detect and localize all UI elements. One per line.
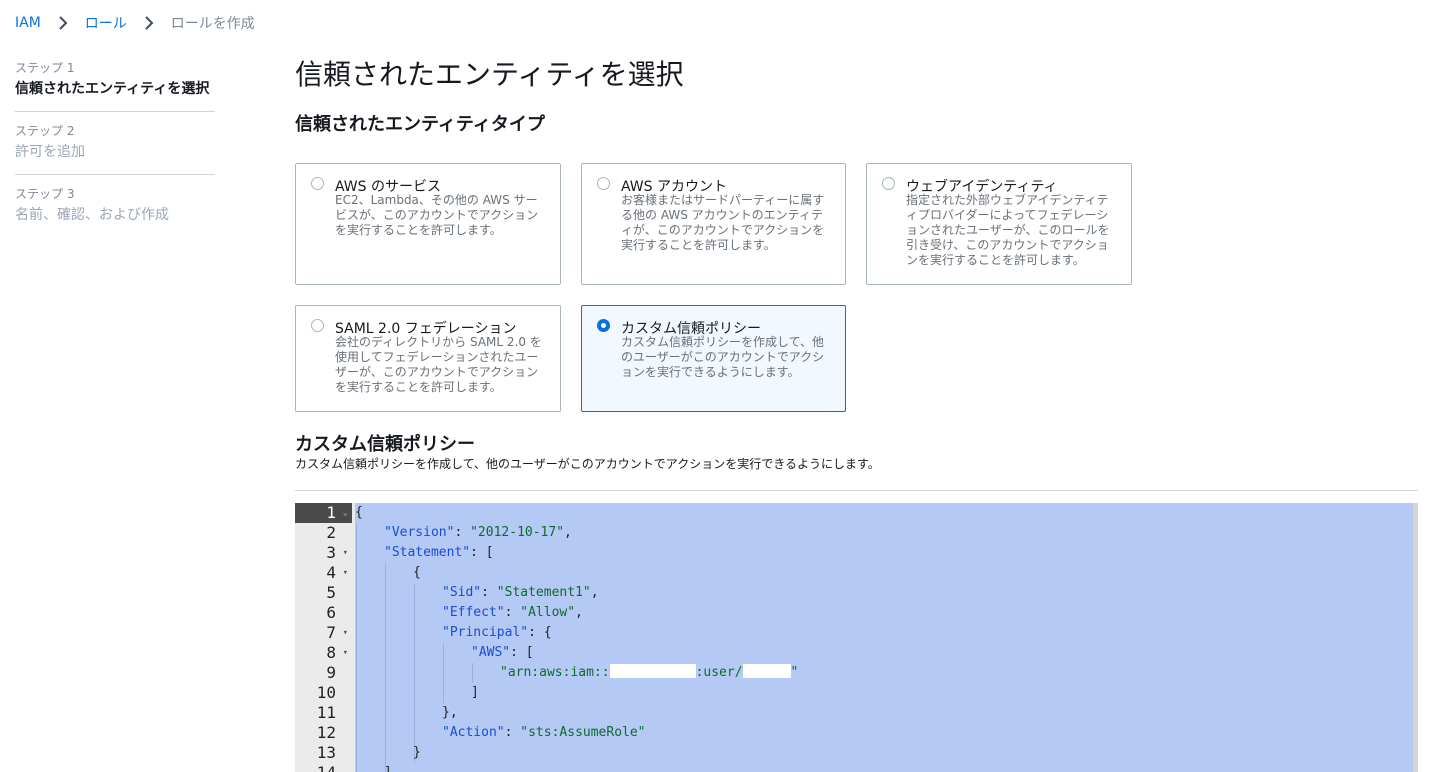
gutter-line: 6 <box>295 603 352 623</box>
line-number: 7 <box>326 623 336 642</box>
code-line: ] <box>384 763 392 772</box>
fold-caret-icon[interactable]: ▾ <box>343 623 348 643</box>
gutter-line: 12 <box>295 723 352 743</box>
gutter-line: 2 <box>295 523 352 543</box>
code-line: ] <box>471 685 479 700</box>
indent-guide <box>472 663 473 683</box>
tile-saml-federation[interactable]: SAML 2.0 フェデレーション 会社のディレクトリから SAML 2.0 を… <box>295 305 561 412</box>
gutter-line: 3 ▾ <box>295 543 352 563</box>
code-line: "Version": "2012-10-17", <box>384 525 572 540</box>
radio-button-selected[interactable] <box>597 319 610 332</box>
radio-button[interactable] <box>882 177 895 190</box>
gutter-line: 14 <box>295 763 352 772</box>
tile-web-identity[interactable]: ウェブアイデンティティ 指定された外部ウェブアイデンティティプロバイダーによって… <box>866 163 1132 285</box>
breadcrumb-roles[interactable]: ロール <box>85 13 127 33</box>
tile-description: お客様またはサードパーティーに属する他の AWS アカウントのエンティティが、こ… <box>621 193 825 252</box>
line-number: 14 <box>317 763 336 772</box>
radio-button[interactable] <box>597 177 610 190</box>
line-number: 9 <box>326 663 336 682</box>
wizard-steps: ステップ 1 信頼されたエンティティを選択 ステップ 2 許可を追加 ステップ … <box>15 60 215 248</box>
line-number: 2 <box>326 523 336 542</box>
code-line: "AWS": [ <box>471 645 534 660</box>
line-number: 13 <box>316 743 336 762</box>
tile-aws-service[interactable]: AWS のサービス EC2、Lambda、その他の AWS サービスが、このアカ… <box>295 163 561 285</box>
line-number: 11 <box>316 703 336 722</box>
radio-button[interactable] <box>311 177 324 190</box>
page-title: 信頼されたエンティティを選択 <box>295 58 684 91</box>
editor-gutter: 1⌄ 2 3▾ 4▾ 5 6 7▾ 8▾ 9 10 11 12 13 14 <box>295 503 352 772</box>
code-line: { <box>413 565 421 580</box>
indent-guide <box>443 643 444 703</box>
code-line: } <box>413 745 421 760</box>
tile-aws-account[interactable]: AWS アカウント お客様またはサードパーティーに属する他の AWS アカウント… <box>581 163 846 285</box>
step-label: ステップ 1 <box>15 61 75 75</box>
line-number: 8 <box>326 643 336 662</box>
chevron-right-icon <box>141 15 157 31</box>
chevron-right-icon <box>55 15 71 31</box>
line-number: 10 <box>316 683 336 702</box>
code-line: "Sid": "Statement1", <box>442 585 599 600</box>
line-number: 6 <box>326 603 336 622</box>
step-label: ステップ 3 <box>15 187 75 201</box>
code-line: "Effect": "Allow", <box>442 605 583 620</box>
redacted-user-name <box>742 664 791 678</box>
fold-caret-icon[interactable]: ▾ <box>343 643 348 663</box>
breadcrumb-iam[interactable]: IAM <box>15 15 41 31</box>
tile-description: 会社のディレクトリから SAML 2.0 を使用してフェデレーションされたユーザ… <box>335 335 542 394</box>
line-number: 4 <box>326 563 336 582</box>
tile-custom-trust-policy[interactable]: カスタム信頼ポリシー カスタム信頼ポリシーを作成して、他のユーザーがこのアカウン… <box>581 305 846 412</box>
step-title: 信頼されたエンティティを選択 <box>15 81 210 97</box>
custom-policy-heading: カスタム信頼ポリシー <box>295 434 475 455</box>
gutter-line: 5 <box>295 583 352 603</box>
gutter-line: 11 <box>295 703 352 723</box>
breadcrumb-current: ロールを作成 <box>170 16 255 32</box>
gutter-line: 1 ⌄ <box>295 503 352 523</box>
step-2: ステップ 2 許可を追加 <box>15 123 215 175</box>
code-line: "Statement": [ <box>384 545 494 560</box>
tile-description: 指定された外部ウェブアイデンティティプロバイダーによってフェデレーションされたユ… <box>906 193 1110 267</box>
fold-caret-icon[interactable]: ▾ <box>343 563 348 583</box>
editor-code-area[interactable]: { "Version": "2012-10-17", "Statement": … <box>355 503 1413 772</box>
divider <box>295 490 1418 491</box>
step-title: 許可を追加 <box>15 144 85 160</box>
line-number: 5 <box>326 583 336 602</box>
gutter-line: 4 ▾ <box>295 563 352 583</box>
gutter-line: 7 ▾ <box>295 623 352 643</box>
fold-caret-icon[interactable]: ⌄ <box>343 503 348 523</box>
custom-policy-description: カスタム信頼ポリシーを作成して、他のユーザーがこのアカウントでアクションを実行で… <box>295 457 880 471</box>
code-line: "Principal": { <box>442 625 552 640</box>
tile-description: EC2、Lambda、その他の AWS サービスが、このアカウントでアクションを… <box>335 193 539 237</box>
indent-guide <box>356 523 357 772</box>
fold-caret-icon[interactable]: ▾ <box>343 543 348 563</box>
line-number: 3 <box>326 543 336 562</box>
tile-description: カスタム信頼ポリシーを作成して、他のユーザーがこのアカウントでアクションを実行で… <box>621 335 825 379</box>
gutter-line: 10 <box>295 683 352 703</box>
line-number: 12 <box>316 723 336 742</box>
code-line: }, <box>442 705 458 720</box>
step-title: 名前、確認、および作成 <box>15 207 169 223</box>
editor-scrollbar[interactable] <box>1413 503 1418 772</box>
breadcrumb: IAM ロール ロールを作成 <box>15 13 255 33</box>
step-label: ステップ 2 <box>15 124 75 138</box>
code-line: "arn:aws:iam:::user/" <box>500 664 799 680</box>
line-number: 1 <box>326 503 336 522</box>
step-1: ステップ 1 信頼されたエンティティを選択 <box>15 60 215 112</box>
gutter-line: 8 ▾ <box>295 643 352 663</box>
code-line: { <box>355 505 363 520</box>
code-line: "Action": "sts:AssumeRole" <box>442 725 646 740</box>
policy-json-editor[interactable]: 1⌄ 2 3▾ 4▾ 5 6 7▾ 8▾ 9 10 11 12 13 14 { … <box>295 503 1418 772</box>
step-3: ステップ 3 名前、確認、および作成 <box>15 186 215 237</box>
indent-guide <box>414 583 415 763</box>
gutter-line: 13 <box>295 743 352 763</box>
radio-button[interactable] <box>311 319 324 332</box>
indent-guide <box>385 563 386 772</box>
redacted-account-id <box>609 664 696 678</box>
entity-type-heading: 信頼されたエンティティタイプ <box>295 114 545 135</box>
gutter-line: 9 <box>295 663 352 683</box>
